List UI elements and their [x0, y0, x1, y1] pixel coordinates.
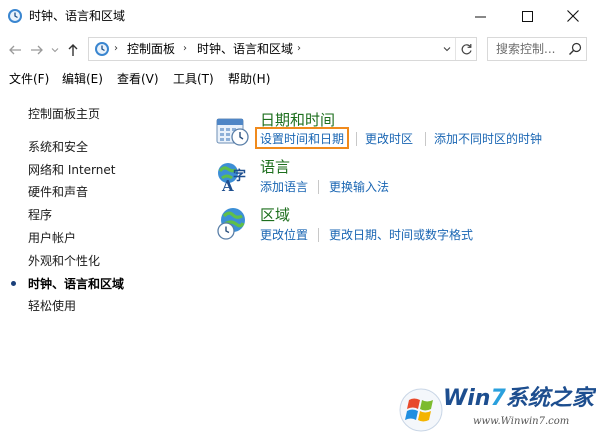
- menu-help[interactable]: 帮助(H): [228, 71, 270, 87]
- refresh-icon: [461, 43, 472, 54]
- menu-edit[interactable]: 编辑(E): [62, 71, 103, 87]
- clock-globe-icon: [8, 9, 22, 23]
- menu-tools[interactable]: 工具(T): [173, 71, 214, 87]
- address-bar[interactable]: › 控制面板 › 时钟、语言和区域 ›: [88, 37, 477, 61]
- breadcrumb-current[interactable]: 时钟、语言和区域: [197, 42, 293, 57]
- current-item-bullet: [11, 281, 16, 286]
- link-change-date-time-number-formats[interactable]: 更改日期、时间或数字格式: [329, 227, 473, 243]
- category-title-language[interactable]: 语言: [260, 158, 290, 176]
- search-icon[interactable]: [568, 42, 582, 56]
- watermark: Win7系统之家 www.Winwin7.com: [395, 384, 594, 436]
- windows-logo-icon: [399, 388, 443, 432]
- maximize-icon: [521, 10, 533, 22]
- link-add-language[interactable]: 添加语言: [260, 179, 308, 195]
- maximize-button[interactable]: [504, 0, 550, 32]
- watermark-url: www.Winwin7.com: [473, 416, 570, 427]
- breadcrumb-control-panel[interactable]: 控制面板: [127, 42, 175, 57]
- close-button[interactable]: [550, 0, 596, 32]
- arrow-left-icon: [9, 45, 21, 55]
- globe-clock-icon[interactable]: [216, 207, 250, 241]
- breadcrumb-separator-icon[interactable]: ›: [183, 42, 187, 56]
- minimize-icon: [474, 16, 486, 17]
- watermark-brand-prefix: Win: [443, 386, 491, 411]
- link-change-time-zone[interactable]: 更改时区: [365, 131, 413, 147]
- link-change-input-method[interactable]: 更换输入法: [329, 179, 389, 195]
- up-button[interactable]: [64, 41, 82, 59]
- minimize-button[interactable]: [457, 0, 503, 32]
- search-placeholder: 搜索控制...: [496, 42, 556, 56]
- watermark-brand: Win7系统之家: [443, 386, 594, 412]
- control-panel-icon: [95, 42, 109, 56]
- sidebar-item-control-panel-home[interactable]: 控制面板主页: [28, 106, 100, 122]
- watermark-brand-suffix: 系统之家: [505, 386, 594, 411]
- link-separator: [356, 132, 357, 146]
- watermark-brand-seven: 7: [490, 386, 506, 411]
- breadcrumb-separator-icon[interactable]: ›: [114, 42, 118, 56]
- address-row: › 控制面板 › 时钟、语言和区域 › 搜索控制...: [0, 32, 596, 68]
- chevron-down-icon: [443, 47, 451, 52]
- sidebar-item-programs[interactable]: 程序: [28, 207, 52, 223]
- sidebar-item-clock-language-region: 时钟、语言和区域: [28, 277, 125, 291]
- search-box[interactable]: 搜索控制...: [487, 37, 587, 61]
- link-separator: [318, 228, 319, 242]
- arrow-right-icon: [31, 45, 43, 55]
- window-title: 时钟、语言和区域: [29, 9, 126, 23]
- link-add-clocks[interactable]: 添加不同时区的时钟: [434, 131, 542, 147]
- link-set-time-date[interactable]: 设置时间和日期: [260, 131, 344, 147]
- refresh-button[interactable]: [455, 38, 476, 60]
- close-icon: [567, 10, 579, 22]
- address-history-button[interactable]: [440, 38, 454, 60]
- svg-text:字: 字: [233, 168, 246, 184]
- sidebar-item-network-internet[interactable]: 网络和 Internet: [28, 162, 115, 178]
- sidebar-item-user-accounts[interactable]: 用户帐户: [28, 230, 76, 246]
- sidebar-item-system-security[interactable]: 系统和安全: [28, 139, 88, 155]
- category-title-region[interactable]: 区域: [260, 206, 290, 224]
- link-separator: [425, 132, 426, 146]
- chevron-down-icon: [51, 48, 59, 53]
- recent-locations-button[interactable]: [49, 41, 61, 59]
- menu-file[interactable]: 文件(F): [9, 71, 49, 87]
- sidebar-item-appearance[interactable]: 外观和个性化: [28, 253, 100, 269]
- calendar-clock-icon[interactable]: [216, 113, 250, 147]
- link-separator: [318, 180, 319, 194]
- title-bar: 时钟、语言和区域: [0, 0, 596, 32]
- breadcrumb-separator-icon[interactable]: ›: [297, 42, 301, 56]
- back-button[interactable]: [6, 41, 24, 59]
- forward-button[interactable]: [28, 41, 46, 59]
- arrow-up-icon: [68, 44, 78, 56]
- language-icon[interactable]: A 字: [216, 160, 250, 194]
- link-change-location[interactable]: 更改位置: [260, 227, 308, 243]
- menu-view[interactable]: 查看(V): [117, 71, 159, 87]
- sidebar-item-ease-of-access[interactable]: 轻松使用: [28, 298, 76, 314]
- menu-bar: 文件(F) 编辑(E) 查看(V) 工具(T) 帮助(H): [0, 68, 596, 90]
- sidebar-item-hardware-sound[interactable]: 硬件和声音: [28, 184, 88, 200]
